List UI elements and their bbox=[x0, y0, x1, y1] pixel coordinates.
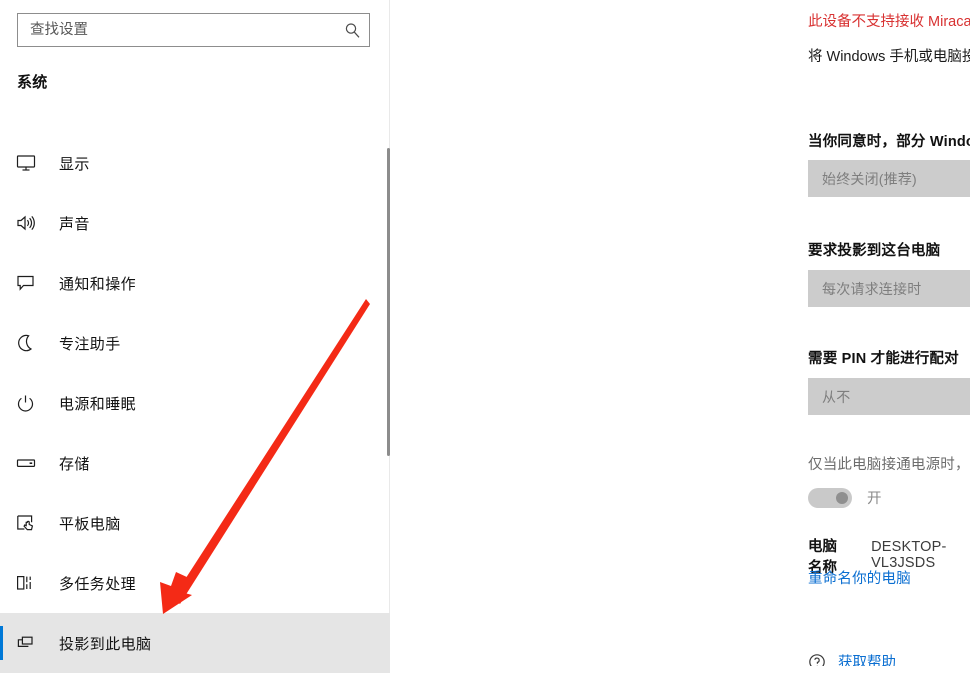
dropdown-require-pin[interactable]: 从不 bbox=[808, 378, 970, 415]
sidebar: 系统 显示 bbox=[0, 0, 390, 673]
project-icon bbox=[16, 629, 50, 657]
dropdown-value: 始终关闭(推荐) bbox=[822, 170, 917, 187]
sidebar-item-sound[interactable]: 声音 bbox=[0, 193, 390, 253]
power-icon bbox=[16, 389, 50, 417]
multitask-icon bbox=[16, 569, 50, 597]
question-circle-icon bbox=[808, 653, 826, 666]
sidebar-item-label: 专注助手 bbox=[59, 335, 121, 353]
search-icon[interactable] bbox=[335, 14, 369, 46]
sidebar-item-label: 通知和操作 bbox=[59, 275, 137, 293]
drive-icon bbox=[16, 449, 50, 477]
speaker-icon bbox=[16, 209, 50, 237]
monitor-icon bbox=[16, 149, 50, 177]
sidebar-item-storage[interactable]: 存储 bbox=[0, 433, 390, 493]
chat-bubble-icon bbox=[16, 269, 50, 297]
power-required-toggle[interactable] bbox=[808, 487, 852, 508]
miracast-warning-text: 此设备不支持接收 Miracast，因此不能以无线方式投影到它。 bbox=[808, 14, 970, 30]
sidebar-item-tablet[interactable]: 平板电脑 bbox=[0, 493, 390, 553]
sidebar-item-projecting-to-this-pc[interactable]: 投影到此电脑 bbox=[0, 613, 390, 673]
sidebar-item-label: 平板电脑 bbox=[59, 515, 121, 533]
get-help-link[interactable]: 获取帮助 bbox=[838, 651, 896, 666]
moon-icon bbox=[16, 329, 50, 357]
search-input[interactable] bbox=[18, 15, 335, 45]
toggle-description: 仅当此电脑接通电源时，才能发现此电脑以进行投影 bbox=[808, 457, 970, 473]
sidebar-item-focus-assist[interactable]: 专注助手 bbox=[0, 313, 390, 373]
dropdown-consent-projection[interactable]: 始终关闭(推荐) bbox=[808, 160, 970, 197]
sidebar-nav: 显示 声音 通知和操作 专注助手 电源和睡眠 存储 平板电脑 多任务处理 投影到… bbox=[0, 133, 390, 673]
sidebar-item-power-sleep[interactable]: 电源和睡眠 bbox=[0, 373, 390, 433]
settings-window: 系统 显示 bbox=[0, 0, 970, 673]
toggle-knob bbox=[836, 491, 848, 504]
power-required-toggle-row[interactable]: 开 bbox=[808, 487, 882, 508]
tablet-touch-icon bbox=[16, 509, 50, 537]
sidebar-item-multitasking[interactable]: 多任务处理 bbox=[0, 553, 390, 613]
sidebar-item-label: 电源和睡眠 bbox=[59, 395, 137, 413]
sidebar-item-label: 投影到此电脑 bbox=[59, 635, 152, 653]
page-description: 将 Windows 手机或电脑投影到此屏幕，并使用其键盘、鼠标和其他设备。 bbox=[808, 49, 970, 65]
sidebar-item-display[interactable]: 显示 bbox=[0, 133, 390, 193]
sidebar-item-label: 存储 bbox=[59, 455, 90, 473]
toggle-state-label: 开 bbox=[867, 491, 882, 507]
sidebar-item-label: 多任务处理 bbox=[59, 575, 137, 593]
get-help-row[interactable]: 获取帮助 bbox=[808, 651, 896, 666]
dropdown-ask-to-project[interactable]: 每次请求连接时 bbox=[808, 270, 970, 307]
sidebar-item-label: 声音 bbox=[59, 215, 90, 233]
page-title: 系统 bbox=[17, 74, 48, 91]
rename-pc-link[interactable]: 重命名你的电脑 bbox=[808, 567, 911, 588]
field-label-ask-to-project: 要求投影到这台电脑 bbox=[808, 243, 941, 259]
sidebar-item-notifications[interactable]: 通知和操作 bbox=[0, 253, 390, 313]
main-content: 此设备不支持接收 Miracast，因此不能以无线方式投影到它。 将 Windo… bbox=[390, 0, 970, 666]
dropdown-value: 从不 bbox=[822, 388, 851, 405]
field-label-require-pin: 需要 PIN 才能进行配对 bbox=[808, 351, 959, 367]
field-label-consent-projection: 当你同意时，部分 Windows 和 Android 设备可以投影到这台电脑 bbox=[808, 134, 970, 150]
sidebar-item-label: 显示 bbox=[59, 155, 90, 173]
search-box[interactable] bbox=[17, 13, 370, 47]
dropdown-value: 每次请求连接时 bbox=[822, 280, 922, 297]
